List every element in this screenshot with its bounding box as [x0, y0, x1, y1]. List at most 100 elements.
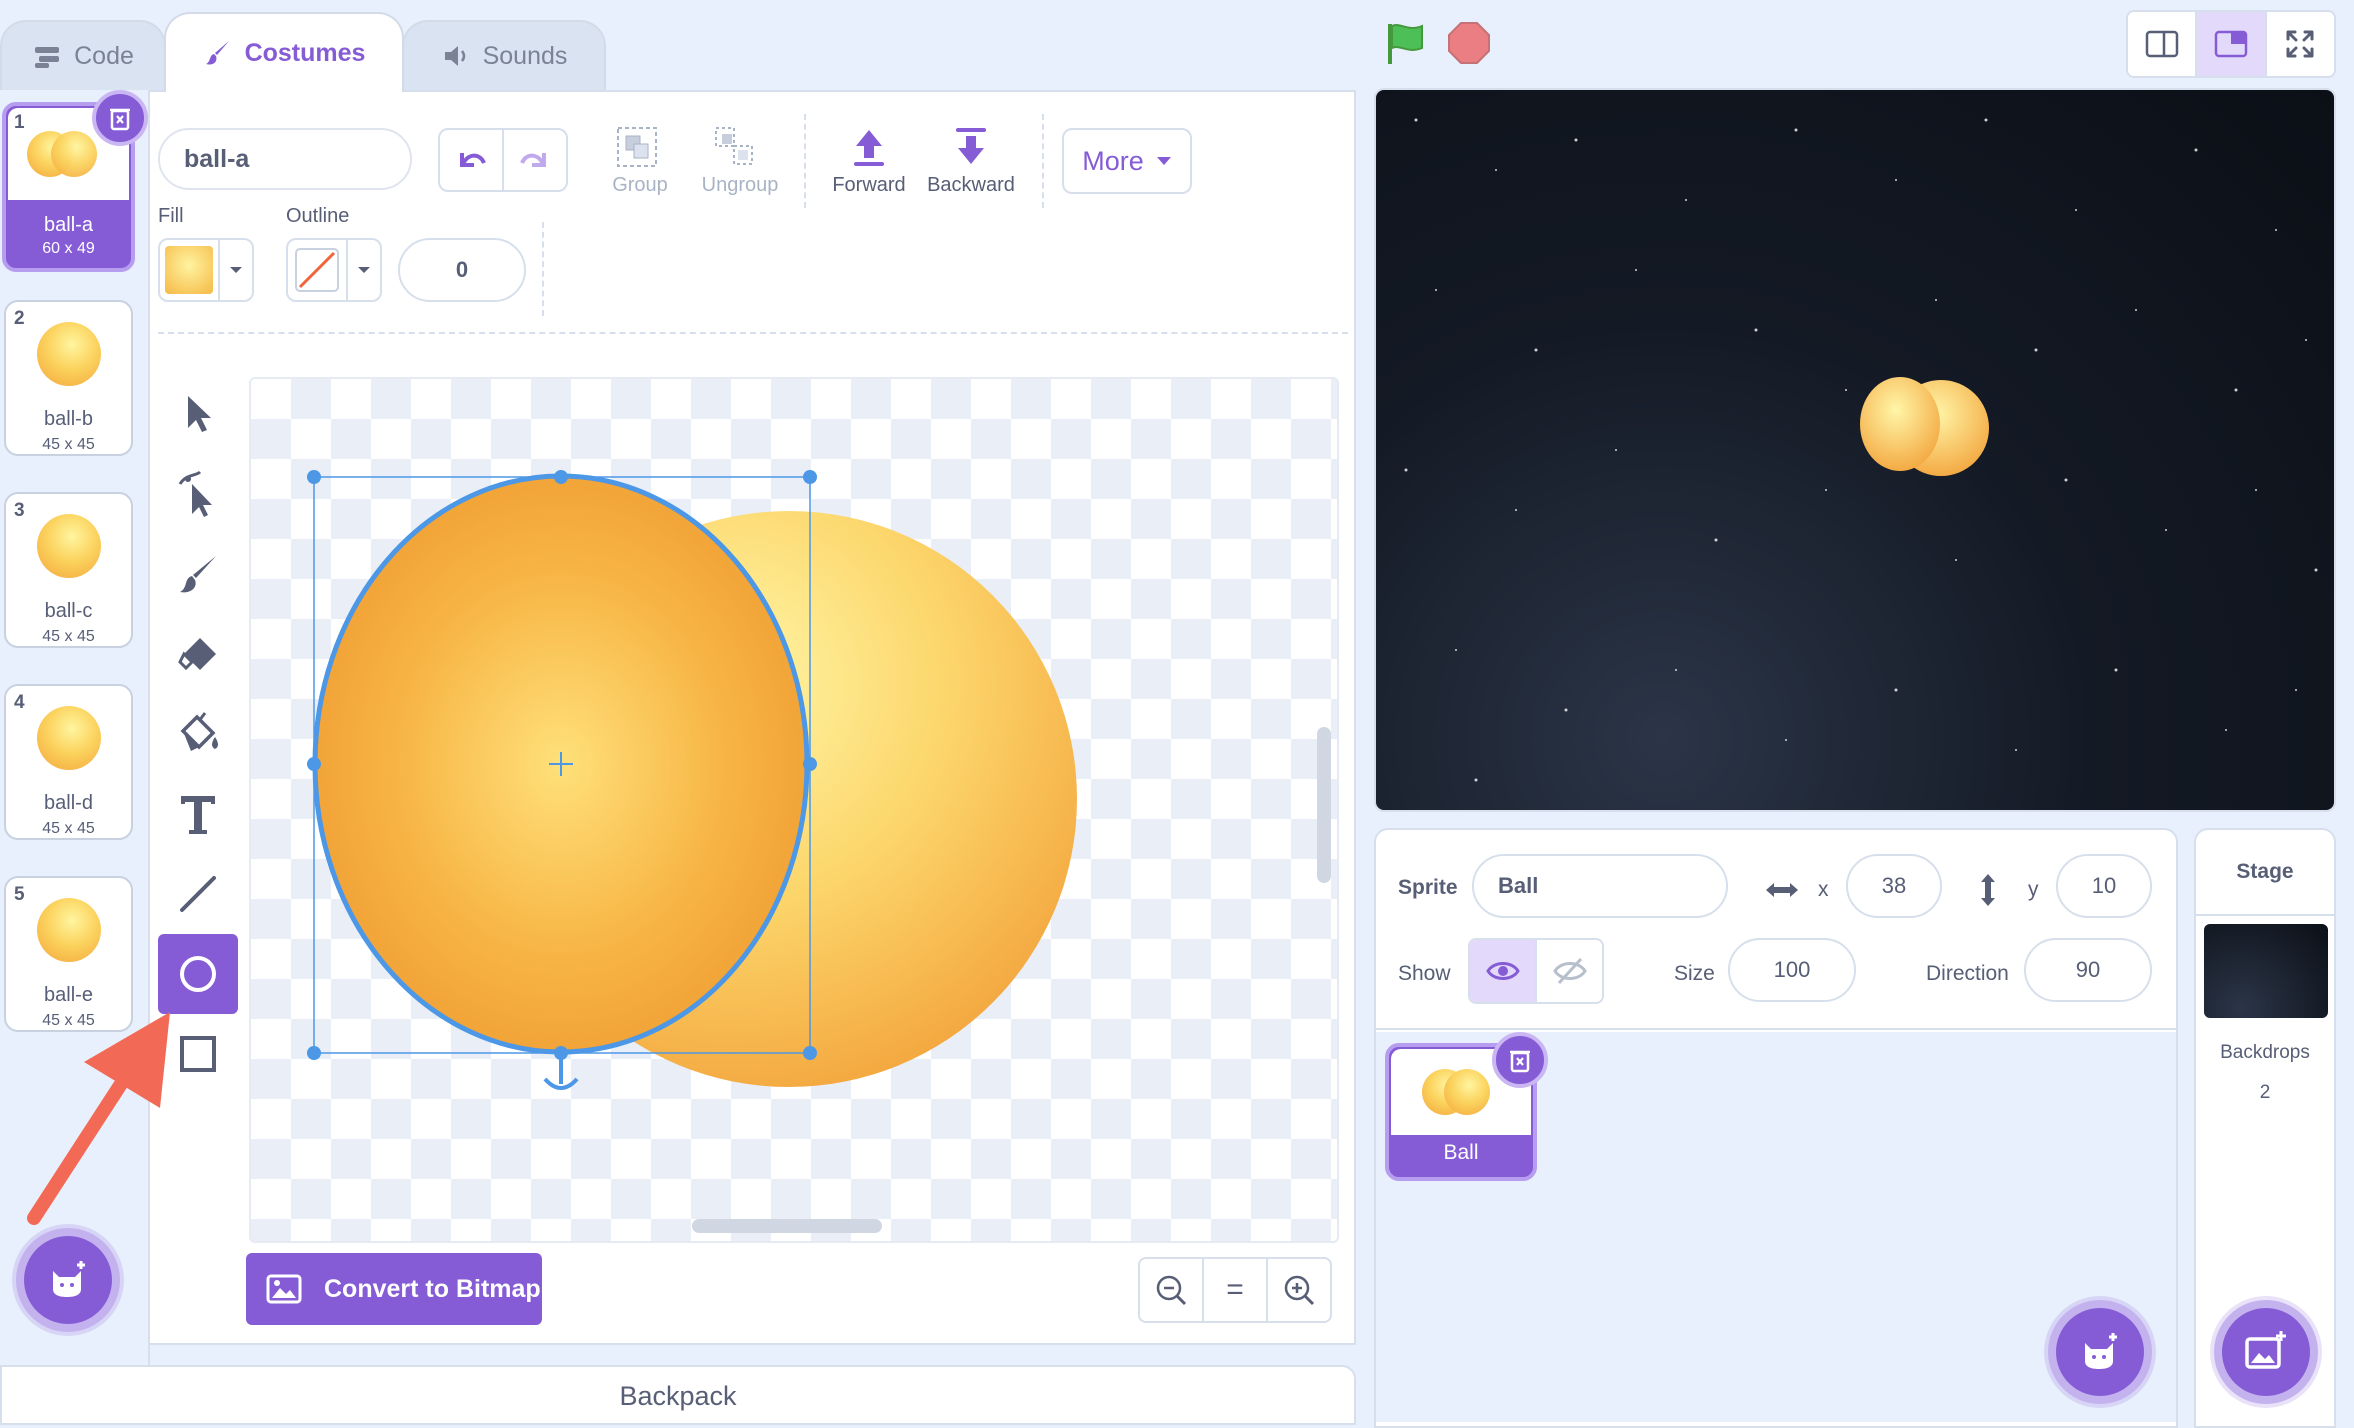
stage-divider — [2196, 914, 2334, 916]
rotation-handle[interactable] — [543, 1059, 579, 1090]
ungroup-label: Ungroup — [701, 174, 779, 196]
tab-costumes[interactable]: Costumes — [164, 12, 404, 92]
outline-width-input[interactable]: 0 — [398, 238, 526, 302]
paint-canvas[interactable] — [249, 377, 1339, 1243]
flag-icon — [1388, 24, 1423, 64]
direction-label: Direction — [1926, 962, 2009, 985]
green-flag-button[interactable] — [1382, 20, 1428, 66]
ball-shape — [36, 514, 101, 578]
caret-down-icon — [358, 267, 370, 273]
fullscreen-button[interactable] — [2267, 12, 2334, 76]
show-label: Show — [1398, 962, 1451, 985]
costume-name: ball-b — [44, 408, 93, 430]
ball-shape — [36, 322, 101, 386]
forward-button[interactable] — [844, 124, 894, 174]
costume-name: ball-a — [44, 214, 93, 236]
costume-item-4[interactable]: 4 ball-d 45 x 45 — [4, 684, 133, 840]
hide-sprite-button[interactable] — [1537, 940, 1602, 1002]
more-button[interactable]: More — [1062, 128, 1192, 194]
toolbar-divider — [1042, 114, 1044, 208]
fill-swatch — [160, 240, 220, 300]
canvas-drawing — [307, 470, 1331, 1233]
x-input[interactable]: 38 — [1846, 854, 1942, 918]
delete-sprite-button[interactable] — [1492, 1032, 1548, 1088]
choose-backdrop-button[interactable] — [2214, 1300, 2318, 1404]
eye-slash-icon — [1552, 957, 1587, 985]
zoom-in-button[interactable] — [1268, 1259, 1330, 1321]
y-input[interactable]: 10 — [2056, 854, 2152, 918]
fill-label: Fill — [158, 205, 184, 227]
normal-stage-icon — [2214, 30, 2248, 58]
stop-button[interactable] — [1446, 20, 1492, 66]
delete-costume-button[interactable] — [92, 90, 148, 146]
convert-to-bitmap-button[interactable]: Convert to Bitmap — [246, 1253, 542, 1325]
outline-color-button[interactable] — [286, 238, 382, 302]
image-plus-icon — [2245, 1331, 2286, 1369]
costume-number: 1 — [14, 112, 25, 133]
ball-shape — [1444, 1069, 1490, 1115]
fill-color-button[interactable] — [158, 238, 254, 302]
normal-stage-button[interactable] — [2197, 12, 2267, 76]
undo-button[interactable] — [440, 130, 504, 190]
show-sprite-button[interactable] — [1470, 940, 1537, 1002]
backward-button[interactable] — [946, 124, 996, 174]
text-icon — [181, 796, 215, 834]
circle-icon — [180, 956, 216, 992]
eye-icon — [1485, 962, 1520, 980]
costume-thumbnail — [10, 498, 127, 594]
vertical-scrollbar[interactable] — [1317, 727, 1331, 883]
costume-item-2[interactable]: 2 ball-b 45 x 45 — [4, 300, 133, 456]
reshape-tool[interactable] — [158, 454, 238, 534]
redo-button[interactable] — [504, 130, 566, 190]
brush-tool[interactable] — [158, 534, 238, 614]
redo-icon — [520, 153, 546, 167]
fill-tool[interactable] — [158, 694, 238, 774]
brush-icon — [180, 556, 216, 593]
costume-number: 2 — [14, 308, 25, 329]
sprite-name-input[interactable]: Ball — [1472, 854, 1728, 918]
horizontal-scrollbar[interactable] — [692, 1219, 882, 1233]
costume-thumbnail — [10, 690, 127, 786]
fill-dropdown[interactable] — [220, 265, 252, 275]
convert-label: Convert to Bitmap — [324, 1274, 541, 1303]
zoom-controls: = — [1138, 1257, 1332, 1323]
backward-label: Backward — [927, 174, 1015, 196]
zoom-reset-button[interactable]: = — [1204, 1259, 1268, 1321]
costume-item-3[interactable]: 3 ball-c 45 x 45 — [4, 492, 133, 648]
vertical-arrows-icon — [1981, 874, 1995, 906]
zoom-out-button[interactable] — [1140, 1259, 1204, 1321]
small-stage-button[interactable] — [2128, 12, 2198, 76]
tab-sounds-label: Sounds — [482, 41, 568, 70]
choose-costume-button[interactable] — [16, 1228, 120, 1332]
toolbar-divider — [542, 222, 544, 316]
eraser-tool[interactable] — [158, 614, 238, 694]
line-icon — [180, 876, 216, 912]
group-button[interactable] — [612, 124, 668, 174]
direction-input[interactable]: 90 — [2024, 938, 2152, 1002]
undo-redo-group — [438, 128, 568, 192]
ball-shape — [36, 898, 101, 962]
backdrop-thumbnail[interactable] — [2204, 924, 2328, 1018]
select-tool[interactable] — [158, 374, 238, 454]
outline-dropdown[interactable] — [348, 265, 380, 275]
tab-sounds[interactable]: Sounds — [402, 20, 606, 90]
zoom-out-icon — [1156, 1275, 1187, 1306]
costume-number: 4 — [14, 692, 25, 713]
choose-sprite-button[interactable] — [2048, 1300, 2152, 1404]
sprite-tile-name: Ball — [1443, 1141, 1479, 1164]
ungroup-button[interactable] — [710, 124, 766, 174]
backdrops-count: 2 — [2259, 1082, 2271, 1103]
size-input[interactable]: 100 — [1728, 938, 1856, 1002]
tab-code[interactable]: Code — [0, 20, 166, 90]
costume-name-input[interactable]: ball-a — [158, 128, 412, 190]
stage-canvas[interactable] — [1374, 88, 2336, 812]
arrow-down-icon — [956, 128, 986, 164]
size-label: Size — [1674, 962, 1715, 985]
zoom-in-icon — [1284, 1275, 1315, 1306]
line-tool[interactable] — [158, 854, 238, 934]
text-tool[interactable] — [158, 774, 238, 854]
costume-size: 45 x 45 — [42, 820, 95, 837]
backpack-bar[interactable]: Backpack — [0, 1365, 1356, 1425]
sprite-label: Sprite — [1398, 876, 1458, 899]
backdrops-label: Backdrops — [2220, 1042, 2310, 1063]
